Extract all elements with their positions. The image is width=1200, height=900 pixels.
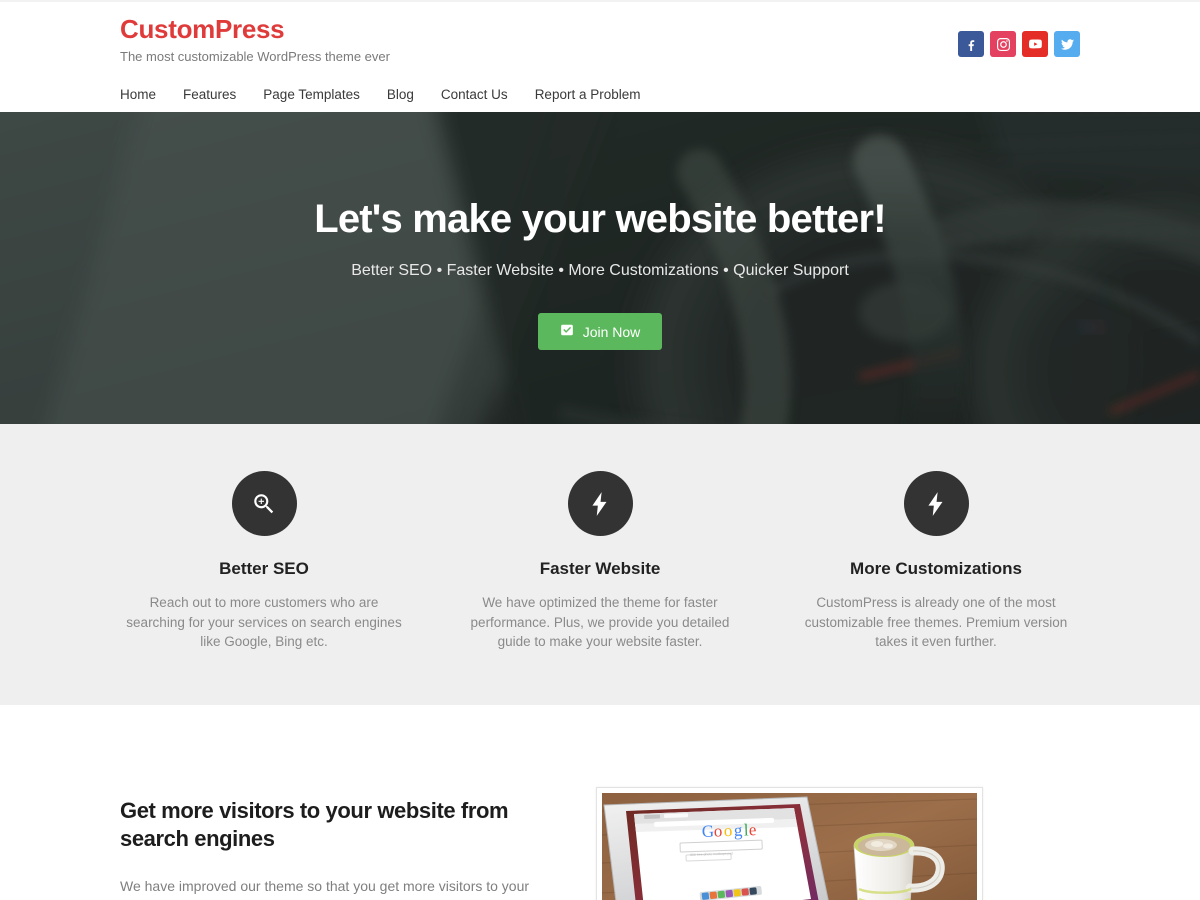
hero-content: Let's make your website better! Better S… — [0, 112, 1200, 350]
laptop-coffee-photo: G o o g l e 800 free photo mockups psd — [602, 793, 977, 900]
bolt-icon — [567, 471, 633, 536]
feature-title: Better SEO — [219, 559, 309, 578]
feature-text: Reach out to more customers who are sear… — [126, 595, 402, 649]
primary-navigation: Home Features Page Templates Blog Contac… — [120, 86, 1080, 104]
hero-banner: Let's make your website better! Better S… — [0, 112, 1200, 424]
feature-card-better-seo: Better SEO Reach out to more customers w… — [120, 424, 408, 705]
feature-text: We have optimized the theme for faster p… — [470, 595, 730, 649]
nav-item-contact-us[interactable]: Contact Us — [441, 86, 508, 104]
social-link-instagram[interactable] — [990, 31, 1016, 57]
seo-title: Get more visitors to your website from s… — [120, 798, 509, 851]
brand-row: CustomPress The most customizable WordPr… — [120, 2, 1080, 65]
feature-title: More Customizations — [850, 559, 1022, 578]
search-plus-icon — [231, 471, 297, 536]
hero-subtitle: Better SEO • Faster Website • More Custo… — [351, 262, 849, 279]
page-root: CustomPress The most customizable WordPr… — [0, 0, 1200, 900]
svg-text:G: G — [701, 822, 714, 841]
feature-title: Faster Website — [539, 559, 661, 578]
social-link-youtube[interactable] — [1022, 31, 1048, 57]
social-links — [958, 14, 1080, 57]
join-now-button[interactable]: Join Now — [537, 313, 663, 350]
site-branding: CustomPress The most customizable WordPr… — [120, 14, 390, 65]
svg-text:e: e — [748, 820, 756, 839]
site-description: The most customizable WordPress theme ev… — [120, 49, 390, 64]
svg-text:o: o — [723, 821, 732, 840]
join-now-label: Join Now — [582, 323, 641, 340]
feature-card-more-customizations: More Customizations CustomPress is alrea… — [792, 424, 1080, 705]
nav-item-blog[interactable]: Blog — [387, 86, 414, 104]
hero-title: Let's make your website better! — [314, 197, 886, 241]
svg-text:o: o — [713, 821, 722, 840]
social-link-twitter[interactable] — [1054, 31, 1080, 57]
site-title[interactable]: CustomPress — [120, 14, 390, 44]
nav-item-report-a-problem[interactable]: Report a Problem — [535, 86, 641, 104]
nav-item-home[interactable]: Home — [120, 86, 156, 104]
svg-text:g: g — [733, 821, 743, 840]
site-header: CustomPress The most customizable WordPr… — [0, 2, 1200, 112]
social-link-facebook[interactable] — [958, 31, 984, 57]
seo-paragraph: We have improved our theme so that you g… — [120, 874, 550, 900]
seo-text-before-link: We have improved our theme so that you g… — [120, 878, 530, 894]
twitter-icon — [1060, 38, 1074, 51]
feature-card-faster-website: Faster Website We have optimized the the… — [456, 424, 744, 705]
seo-section: Get more visitors to your website from s… — [0, 705, 1200, 900]
seo-image-frame: G o o g l e 800 free photo mockups psd — [596, 787, 983, 900]
nav-item-page-templates[interactable]: Page Templates — [263, 86, 360, 104]
nav-item-features[interactable]: Features — [183, 86, 236, 104]
bolt-icon — [903, 471, 969, 536]
feature-text: CustomPress is already one of the most c… — [804, 595, 1068, 649]
instagram-icon — [996, 37, 1010, 51]
seo-copy: Get more visitors to your website from s… — [120, 787, 550, 900]
check-square-icon — [560, 323, 574, 340]
facebook-icon — [965, 38, 978, 51]
youtube-icon — [1028, 38, 1042, 51]
features-section: Better SEO Reach out to more customers w… — [0, 424, 1200, 705]
